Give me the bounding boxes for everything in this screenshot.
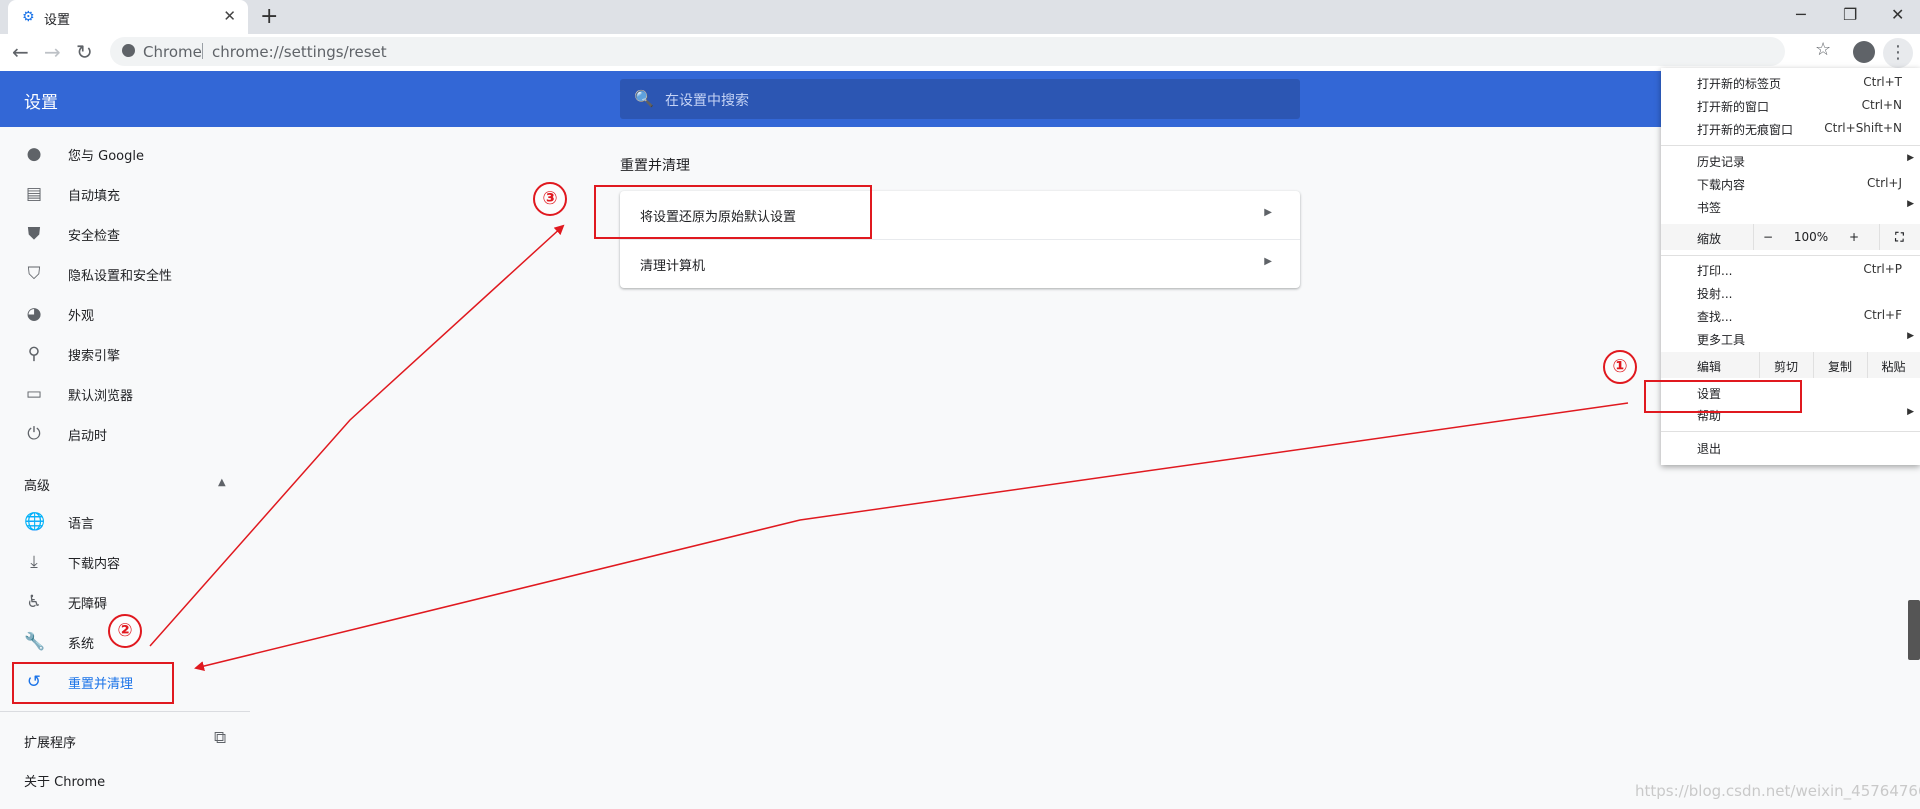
highlight-reset-and-clean (12, 662, 174, 704)
annotation-arrows (149, 224, 1629, 671)
scrollbar[interactable] (1908, 600, 1920, 660)
step-1-badge: ① (1603, 350, 1637, 384)
step-3-badge: ③ (533, 182, 567, 216)
step-2-badge: ② (108, 614, 142, 648)
highlight-restore-defaults (594, 185, 872, 239)
highlight-menu-settings (1644, 380, 1802, 413)
arrow-step2-to-step3 (149, 224, 565, 647)
arrow-step1-to-step2 (194, 402, 1629, 671)
watermark: https://blog.csdn.net/weixin_45764766 (1635, 782, 1920, 800)
